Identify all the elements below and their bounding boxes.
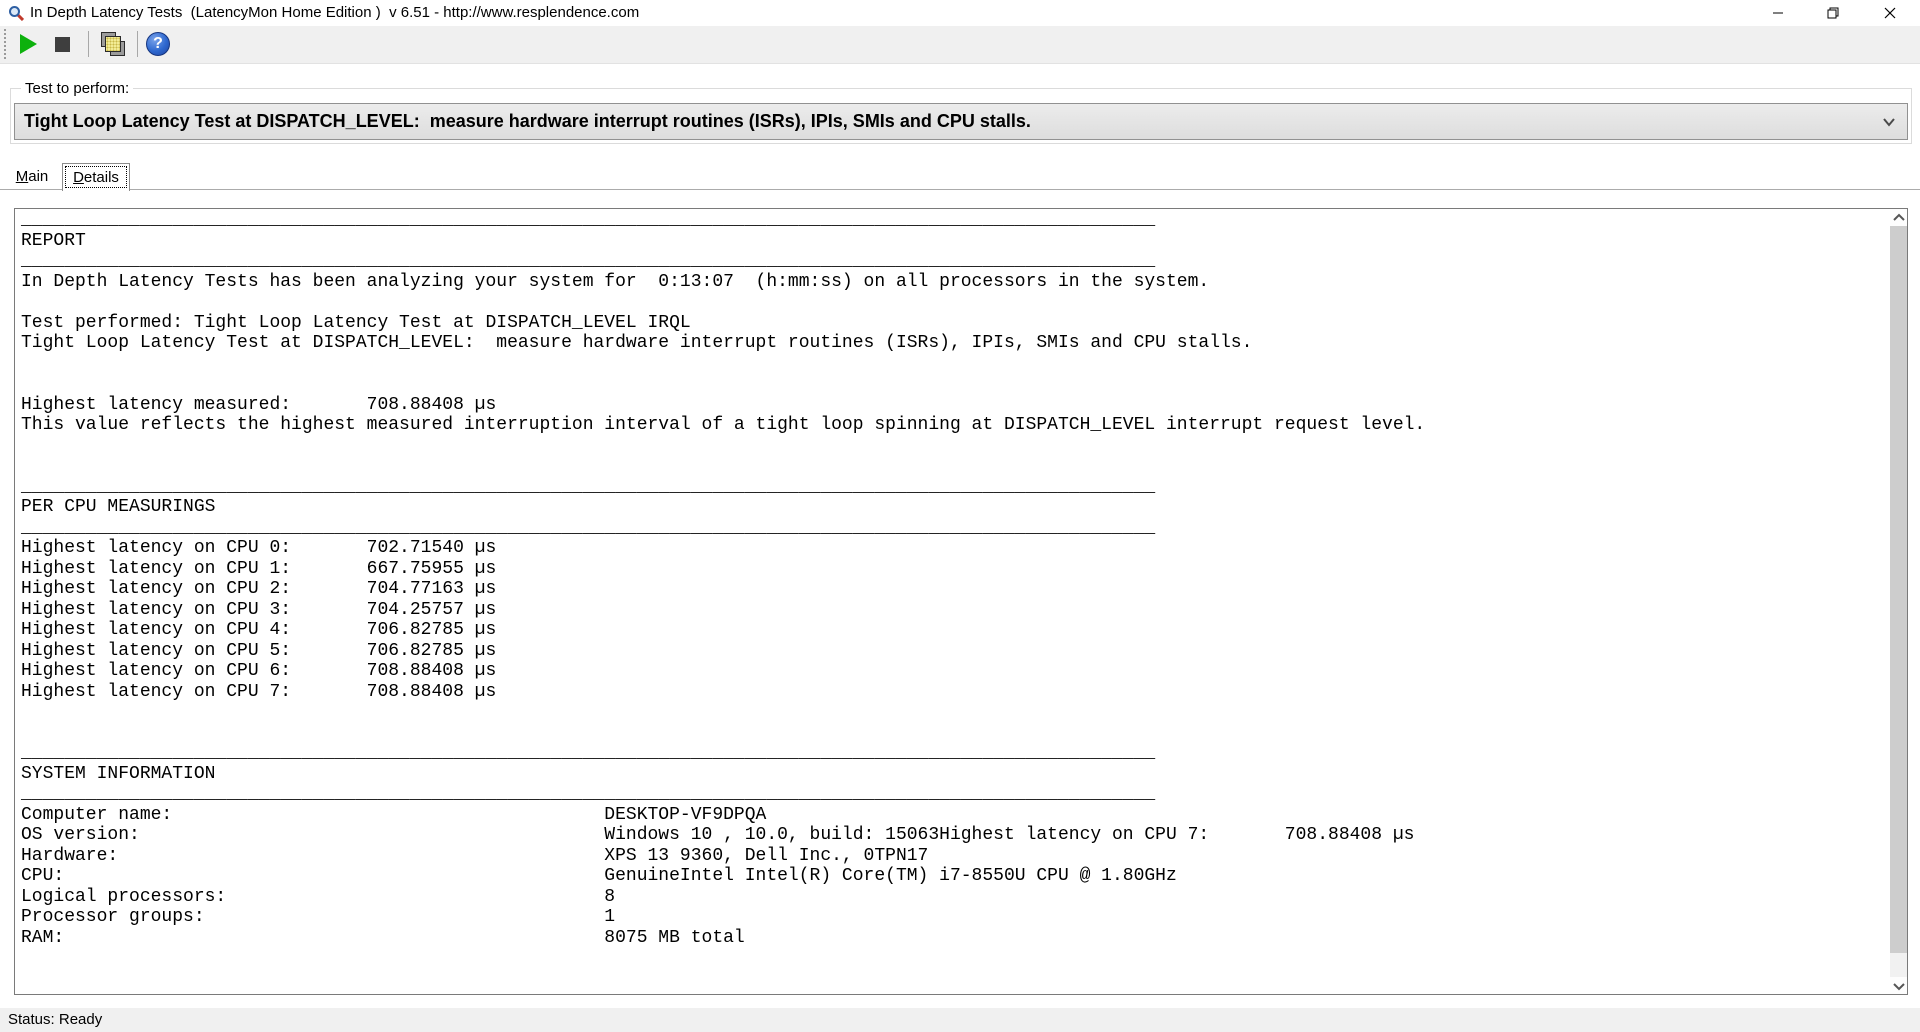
tab-details[interactable]: Details bbox=[62, 163, 130, 191]
stop-icon bbox=[55, 37, 70, 52]
toolbar: ? bbox=[0, 26, 1920, 64]
copy-pages-icon bbox=[100, 31, 126, 57]
window-title: In Depth Latency Tests (LatencyMon Home … bbox=[30, 0, 639, 26]
help-button[interactable]: ? bbox=[143, 29, 173, 59]
latencymon-window: In Depth Latency Tests (LatencyMon Home … bbox=[0, 0, 1920, 1032]
stop-test-button[interactable] bbox=[47, 29, 77, 59]
scroll-up-button[interactable] bbox=[1890, 209, 1907, 226]
test-to-perform-label: Test to perform: bbox=[21, 80, 133, 97]
restore-icon bbox=[1825, 5, 1841, 21]
tab-strip: Main Details bbox=[0, 163, 1920, 190]
test-selector-dropdown[interactable]: Tight Loop Latency Test at DISPATCH_LEVE… bbox=[14, 103, 1908, 140]
minimize-icon bbox=[1770, 5, 1786, 21]
minimize-button[interactable] bbox=[1755, 0, 1801, 26]
play-icon bbox=[20, 34, 37, 54]
restore-button[interactable] bbox=[1810, 0, 1856, 26]
scroll-up-icon bbox=[1892, 213, 1906, 223]
scroll-down-button[interactable] bbox=[1890, 977, 1907, 994]
scroll-down-icon bbox=[1892, 981, 1906, 991]
close-icon bbox=[1882, 5, 1898, 21]
status-bar: Status: Ready bbox=[0, 1008, 1920, 1032]
title-bar: In Depth Latency Tests (LatencyMon Home … bbox=[0, 0, 1920, 26]
chevron-down-icon bbox=[1881, 115, 1897, 129]
toolbar-separator bbox=[137, 31, 138, 57]
selected-test-text: Tight Loop Latency Test at DISPATCH_LEVE… bbox=[15, 111, 1031, 132]
toolbar-gripper[interactable] bbox=[4, 29, 6, 59]
tab-main[interactable]: Main bbox=[6, 163, 58, 190]
status-text: Status: Ready bbox=[8, 1008, 102, 1032]
app-icon bbox=[8, 5, 24, 21]
close-button[interactable] bbox=[1867, 0, 1913, 26]
vertical-scrollbar[interactable] bbox=[1890, 209, 1907, 994]
report-text: ________________________________________… bbox=[21, 210, 1425, 969]
report-panel[interactable]: ________________________________________… bbox=[14, 208, 1908, 995]
toolbar-separator bbox=[88, 31, 89, 57]
help-icon: ? bbox=[146, 32, 170, 56]
scrollbar-thumb[interactable] bbox=[1890, 226, 1907, 953]
copy-report-button[interactable] bbox=[98, 29, 128, 59]
start-test-button[interactable] bbox=[13, 29, 43, 59]
